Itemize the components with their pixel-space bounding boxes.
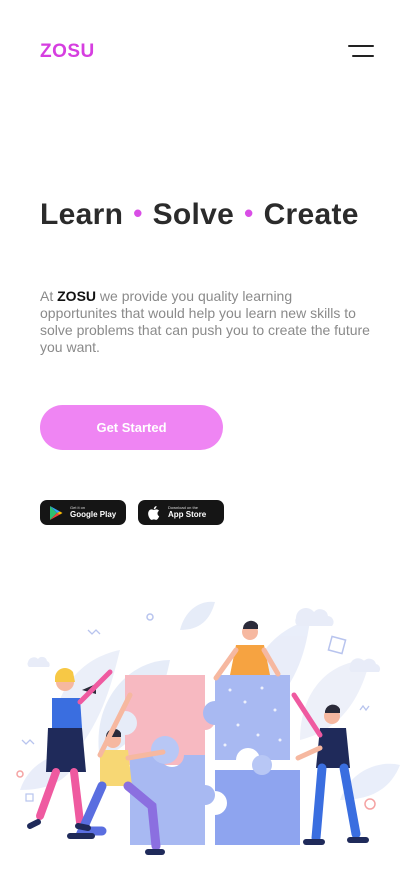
get-started-button[interactable]: Get Started [40, 405, 223, 450]
hero-headline: Learn • Solve • Create [40, 198, 359, 232]
apple-icon [145, 504, 163, 522]
description-brand: ZOSU [57, 288, 97, 304]
separator-dot: • [133, 198, 143, 228]
google-play-button[interactable]: Get it on Google Play [40, 500, 126, 525]
headline-word-solve: Solve [152, 198, 235, 231]
hero-description: At ZOSU we provide you quality learning … [40, 288, 370, 355]
separator-dot: • [244, 198, 254, 228]
headline-word-create: Create [263, 198, 359, 231]
brand-logo[interactable]: ZOSU [40, 41, 95, 63]
google-play-icon [47, 504, 65, 522]
people-assembling-puzzle-illustration [0, 590, 414, 870]
app-store-button[interactable]: Download on the App Store [138, 500, 224, 525]
headline-word-learn: Learn [40, 198, 124, 231]
hamburger-menu-icon[interactable] [346, 43, 376, 61]
